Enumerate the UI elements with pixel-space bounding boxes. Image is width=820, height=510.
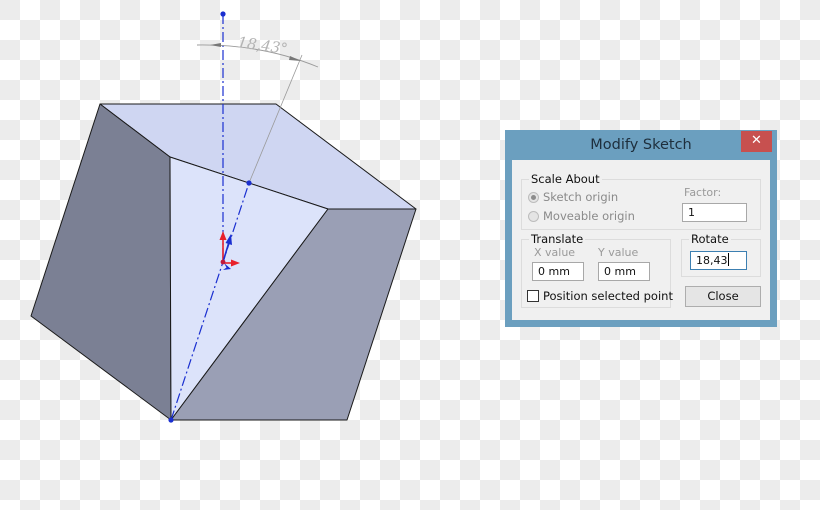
radio-label: Moveable origin [543, 209, 635, 223]
dialog-close-button[interactable]: ✕ [741, 131, 772, 152]
position-selected-point-checkbox[interactable] [527, 290, 539, 302]
x-value: 0 mm [538, 265, 570, 278]
y-value-label: Y value [598, 246, 639, 259]
y-value-input[interactable]: 0 mm [598, 262, 650, 281]
rotate-group: Rotate 18,43 [681, 232, 761, 277]
radio-button-selected[interactable] [528, 191, 539, 203]
origin-point [220, 259, 226, 265]
scale-about-group: Scale About Sketch origin Moveable origi… [521, 172, 761, 230]
centerline-endpoint-bottom[interactable] [168, 417, 174, 423]
factor-label: Factor: [684, 186, 722, 199]
radio-sketch-origin[interactable]: Sketch origin [528, 190, 618, 204]
scale-about-label: Scale About [529, 172, 602, 186]
centerline-point-edge[interactable] [246, 180, 252, 186]
text-caret [727, 253, 729, 266]
translate-label: Translate [529, 232, 586, 246]
x-value-input[interactable]: 0 mm [532, 262, 584, 281]
radio-label: Sketch origin [543, 190, 619, 204]
factor-input[interactable]: 1 [682, 203, 747, 222]
factor-value: 1 [688, 206, 695, 219]
translate-group: Translate X value Y value 0 mm 0 mm Posi… [521, 232, 673, 308]
dialog-body: Scale About Sketch origin Moveable origi… [512, 160, 770, 320]
modify-sketch-dialog: Modify Sketch ✕ Scale About Sketch origi… [505, 130, 777, 327]
x-value-label: X value [534, 246, 576, 259]
close-icon: ✕ [751, 133, 762, 148]
rotate-value: 18,43 [696, 254, 728, 267]
rotate-label: Rotate [689, 232, 731, 246]
radio-button[interactable] [528, 210, 539, 222]
y-value: 0 mm [604, 265, 636, 278]
centerline-endpoint-top[interactable] [220, 11, 226, 17]
dialog-title[interactable]: Modify Sketch [505, 130, 777, 160]
rotate-input[interactable]: 18,43 [690, 251, 747, 270]
radio-moveable-origin[interactable]: Moveable origin [528, 209, 635, 223]
position-selected-point-label[interactable]: Position selected point [543, 289, 673, 303]
close-button[interactable]: Close [685, 286, 761, 307]
